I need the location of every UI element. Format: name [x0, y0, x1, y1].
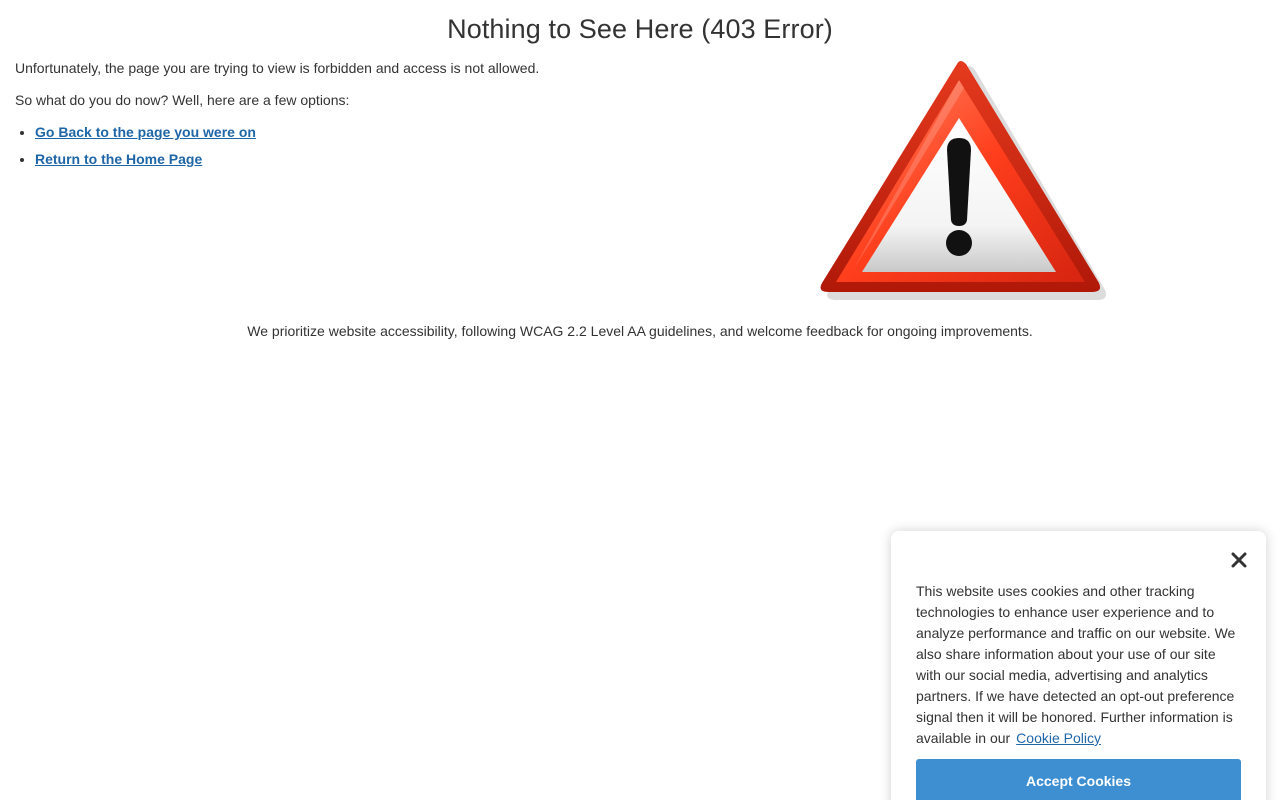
cookie-text: This website uses cookies and other trac…: [916, 581, 1241, 749]
close-icon[interactable]: [1228, 549, 1250, 571]
options-list: Go Back to the page you were on Return t…: [15, 122, 715, 169]
list-item: Go Back to the page you were on: [35, 122, 715, 142]
cookie-banner: This website uses cookies and other trac…: [891, 531, 1266, 800]
intro-text: Unfortunately, the page you are trying t…: [15, 60, 540, 76]
page-title: Nothing to See Here (403 Error): [447, 14, 833, 44]
error-page: Nothing to See Here (403 Error) Unfortun…: [0, 0, 1280, 800]
cookie-message: This website uses cookies and other trac…: [916, 583, 1236, 746]
accessibility-note: We prioritize website accessibility, fol…: [247, 323, 1033, 339]
error-content: Unfortunately, the page you are trying t…: [15, 58, 715, 176]
go-back-link[interactable]: Go Back to the page you were on: [35, 124, 256, 140]
warning-triangle-icon: [820, 61, 1106, 300]
cookie-policy-link[interactable]: Cookie Policy: [1016, 730, 1101, 746]
home-page-link[interactable]: Return to the Home Page: [35, 151, 202, 167]
options-prompt: So what do you do now? Well, here are a …: [15, 92, 350, 108]
accept-cookies-button[interactable]: Accept Cookies: [916, 759, 1241, 800]
list-item: Return to the Home Page: [35, 149, 715, 169]
